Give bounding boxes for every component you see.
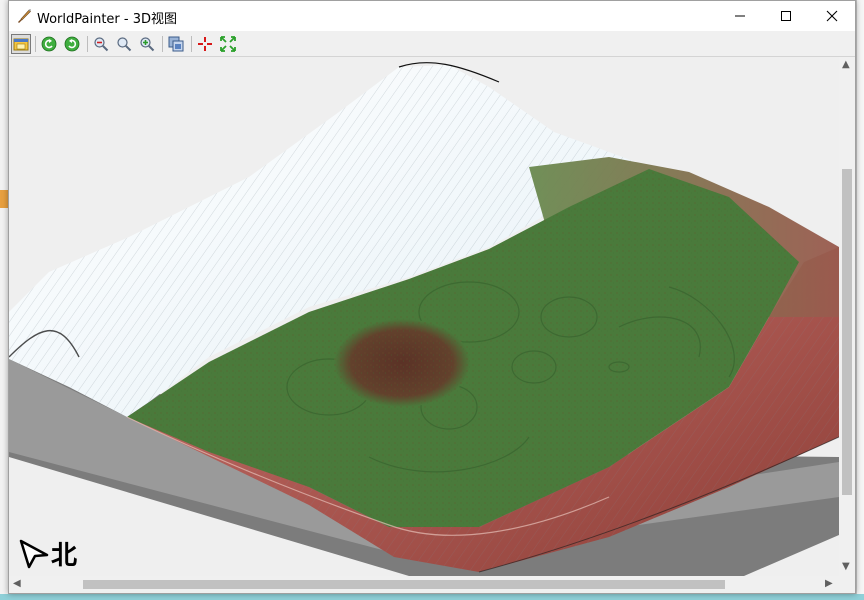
compass-north-label: 北 — [51, 541, 78, 571]
worldpainter-brush-icon — [18, 9, 31, 23]
always-on-top-button[interactable] — [11, 34, 31, 54]
scrollbar-corner — [839, 576, 855, 593]
fit-to-view-icon — [220, 36, 236, 52]
horizontal-scroll-thumb[interactable] — [83, 580, 725, 589]
close-icon — [826, 10, 838, 22]
horizontal-scrollbar[interactable]: ◀ ▶ — [9, 576, 839, 593]
pin-window-icon — [13, 38, 29, 51]
zoom-reset-icon — [117, 37, 132, 52]
toolbar-separator — [162, 36, 163, 52]
scroll-up-icon[interactable]: ▲ — [842, 60, 850, 70]
fit-to-view-button[interactable] — [218, 34, 238, 54]
zoom-in-icon — [140, 37, 155, 52]
background-selection-chip — [0, 190, 8, 208]
compass: 北 — [19, 535, 77, 572]
north-arrow-icon — [19, 539, 49, 568]
3d-view-window: WorldPainter - 3D视图 北 ▲ ▼ ◀ ▶ — [8, 0, 856, 594]
toolbar-separator — [87, 36, 88, 52]
rotate-right-icon — [64, 36, 80, 52]
toolbar-separator — [35, 36, 36, 52]
toolbar-separator — [191, 36, 192, 52]
scroll-down-icon[interactable]: ▼ — [842, 562, 850, 572]
3d-terrain-viewport[interactable]: 北 — [9, 57, 839, 576]
maximize-icon — [781, 11, 791, 21]
export-image-button[interactable] — [166, 34, 186, 54]
window-title: WorldPainter - 3D视图 — [37, 12, 178, 27]
rotate-right-button[interactable] — [62, 34, 82, 54]
maximize-button[interactable] — [763, 1, 809, 31]
zoom-in-button[interactable] — [137, 34, 157, 54]
minimize-button[interactable] — [717, 1, 763, 31]
background-window-right-edge — [856, 0, 864, 600]
scroll-right-icon[interactable]: ▶ — [825, 579, 833, 589]
zoom-reset-button[interactable] — [114, 34, 134, 54]
toolbar — [9, 31, 855, 57]
rotate-left-icon — [41, 36, 57, 52]
vertical-scrollbar[interactable]: ▲ ▼ — [839, 57, 855, 576]
vertical-scroll-thumb[interactable] — [842, 169, 852, 495]
close-button[interactable] — [809, 1, 855, 31]
background-window-bottom-edge — [0, 594, 864, 600]
zoom-out-icon — [94, 37, 109, 52]
zoom-out-button[interactable] — [91, 34, 111, 54]
scroll-left-icon[interactable]: ◀ — [13, 579, 21, 589]
minimize-icon — [735, 15, 745, 17]
move-to-spawn-button[interactable] — [195, 34, 215, 54]
title-bar[interactable]: WorldPainter - 3D视图 — [9, 1, 855, 31]
terrain-render — [9, 62, 839, 576]
spawn-crosshair-icon — [198, 37, 212, 51]
export-image-icon — [168, 36, 184, 52]
rotate-left-button[interactable] — [39, 34, 59, 54]
